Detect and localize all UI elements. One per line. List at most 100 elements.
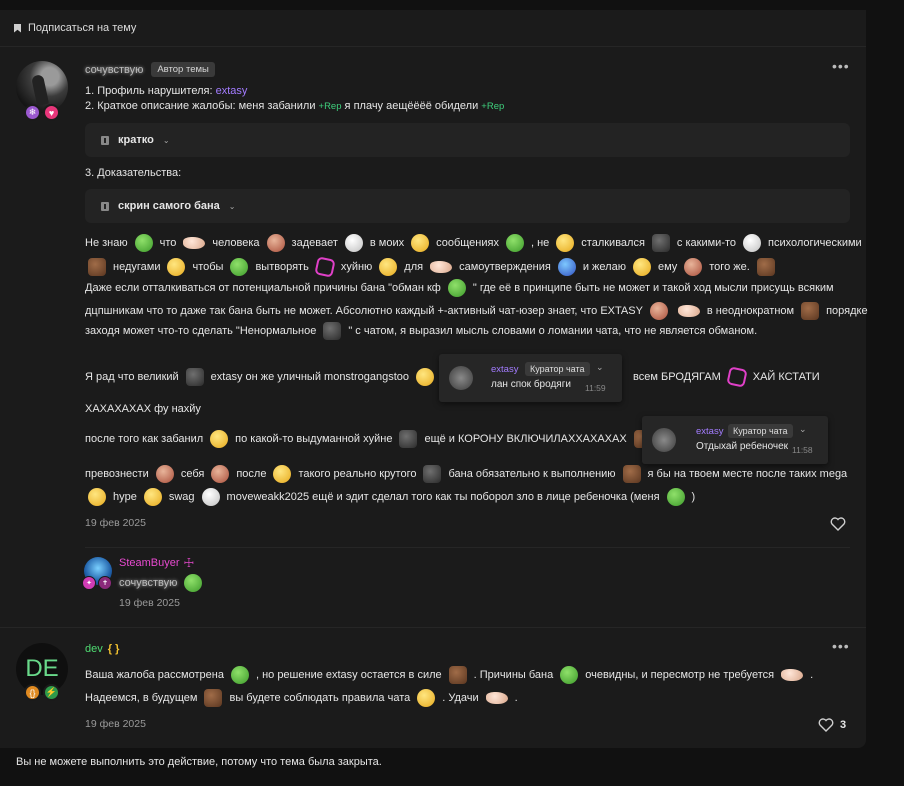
emoji-icon (183, 237, 206, 249)
spoiler-toggle[interactable]: скрин самого бана ⌄ (85, 189, 850, 223)
text: сталкивался (581, 237, 645, 249)
avatar-letters: DE (25, 655, 59, 682)
chevron-down-icon: ⌄ (799, 424, 807, 434)
subscribe-label: Подписаться на тему (28, 22, 137, 34)
post-body-line: превознести себя после такого реально кр… (85, 463, 847, 485)
text: что (159, 237, 177, 249)
text: я плачу аещёёёё обидели (341, 100, 482, 112)
snowflake-badge-icon: ❄ (24, 104, 41, 121)
emoji-icon (666, 488, 685, 506)
code-badge-icon: {} (24, 684, 41, 701)
text: hype (113, 491, 137, 503)
like-heart-icon[interactable] (830, 517, 846, 531)
chat-message-screenshot: extasy Куратор чата ⌄ лан спок бродяги 1… (439, 354, 622, 402)
reply-date[interactable]: 19 фев 2025 (119, 597, 180, 609)
topic-closed-notice: Вы не можете выполнить это действие, пот… (16, 756, 382, 768)
text: порядке (826, 305, 868, 317)
curator-tag: Куратор чата (525, 362, 590, 376)
text: " где её в принципе быть не может и тако… (472, 282, 834, 294)
username[interactable]: SteamBuyer (119, 557, 180, 569)
text: вытворять (255, 261, 309, 273)
text: . (514, 692, 518, 704)
username[interactable]: dev (85, 643, 103, 655)
username[interactable]: сочувствую (85, 64, 143, 76)
text: сообщениях (436, 237, 499, 249)
text: swag (168, 491, 195, 503)
text: ещё и КОРОНУ ВКЛЮЧИЛАХХАХАХАХ (424, 433, 627, 445)
avatar (652, 428, 676, 452)
text: 2. Краткое описание жалобы: меня забанил… (85, 100, 319, 112)
text: " с чатом, я выразил мысль словами о лом… (348, 325, 758, 337)
more-options-icon[interactable]: ••• (832, 638, 850, 654)
heart-badge-icon: ♥ (43, 104, 60, 121)
emoji-icon (649, 302, 668, 320)
cross-badge-icon: ✝ (98, 576, 112, 590)
text: moveweakk2025 ещё и эдит сделал того как… (226, 491, 660, 503)
user-badges: ❄ ♥ (24, 104, 60, 121)
text: психологическими (768, 237, 862, 249)
text: . (810, 669, 814, 681)
emoji-icon (416, 368, 435, 386)
rep-tag: +Rep (481, 101, 505, 112)
text: заходя может что-то сделать "Ненормально… (85, 325, 317, 337)
reply-username[interactable]: SteamBuyer ☩ (119, 556, 194, 570)
post-date[interactable]: 19 фев 2025 (85, 517, 146, 529)
emoji-icon (399, 430, 418, 448)
text: задевает (291, 237, 338, 249)
text: я бы на твоем месте после таких mega (647, 468, 848, 480)
bookmark-icon (14, 23, 21, 33)
post-line: 3. Доказательства: (85, 167, 182, 179)
lightning-badge-icon: ⚡ (43, 684, 60, 701)
text: вы будете соблюдать правила чата (229, 692, 411, 704)
text: extasy он же уличный monstrogangstoo (210, 371, 410, 383)
post-date[interactable]: 19 фев 2025 (85, 718, 146, 730)
spoiler-label: скрин самого бана (118, 200, 220, 212)
mention[interactable]: сочувствую (119, 577, 177, 589)
text: после (236, 468, 267, 480)
text: Даже если отталкиваться от потенциальной… (85, 282, 441, 294)
text: ему (657, 261, 678, 273)
spoiler-label: кратко (118, 134, 154, 146)
profile-link[interactable]: extasy (216, 85, 248, 97)
emoji-icon (801, 302, 820, 320)
post-body-line: hype swag moveweakk2025 ещё и эдит сдела… (85, 486, 695, 508)
emoji-icon (448, 666, 467, 684)
emoji-icon (411, 234, 430, 252)
text: всем БРОДЯГАМ (633, 371, 721, 383)
subscribe-button[interactable]: Подписаться на тему (14, 22, 136, 34)
avatar (449, 366, 473, 390)
emoji-icon (743, 234, 762, 252)
text: для (404, 261, 424, 273)
post-body-line: заходя может что-то сделать "Ненормально… (85, 320, 757, 342)
post-line: 2. Краткое описание жалобы: меня забанил… (85, 100, 504, 112)
spoiler-toggle[interactable]: кратко ⌄ (85, 123, 850, 157)
emoji-icon (184, 574, 203, 592)
text: по какой-то выдуманной хуйне (235, 433, 393, 445)
text: , но решение extasy остается в силе (255, 669, 442, 681)
text: . Причины бана (473, 669, 554, 681)
text: человека (212, 237, 260, 249)
emoji-icon (632, 258, 651, 276)
text: и желаю (582, 261, 626, 273)
emoji-icon (185, 368, 204, 386)
text: 1. Профиль нарушителя: (85, 85, 216, 97)
emoji-icon (556, 234, 575, 252)
emoji-icon (134, 234, 153, 252)
emoji-icon (430, 261, 453, 273)
chevron-down-icon: ⌄ (162, 135, 170, 145)
post-body-line: Не знаю что человека задевает в моих соо… (85, 232, 862, 254)
like-heart-icon[interactable] (818, 718, 834, 732)
emoji-icon (143, 488, 162, 506)
more-options-icon[interactable]: ••• (832, 58, 850, 74)
post-body-line: после того как забанил по какой-то выдум… (85, 428, 655, 450)
emoji-icon (204, 689, 223, 707)
cross-icon: ☩ (183, 556, 195, 570)
emoji-icon (266, 234, 285, 252)
text: , не (530, 237, 550, 249)
role-badge: { } (107, 643, 120, 655)
text: себя (180, 468, 205, 480)
chat-time: 11:59 (585, 383, 606, 393)
like-count: 3 (840, 719, 847, 731)
emoji-icon (651, 234, 670, 252)
author-tag: Автор темы (151, 62, 215, 77)
